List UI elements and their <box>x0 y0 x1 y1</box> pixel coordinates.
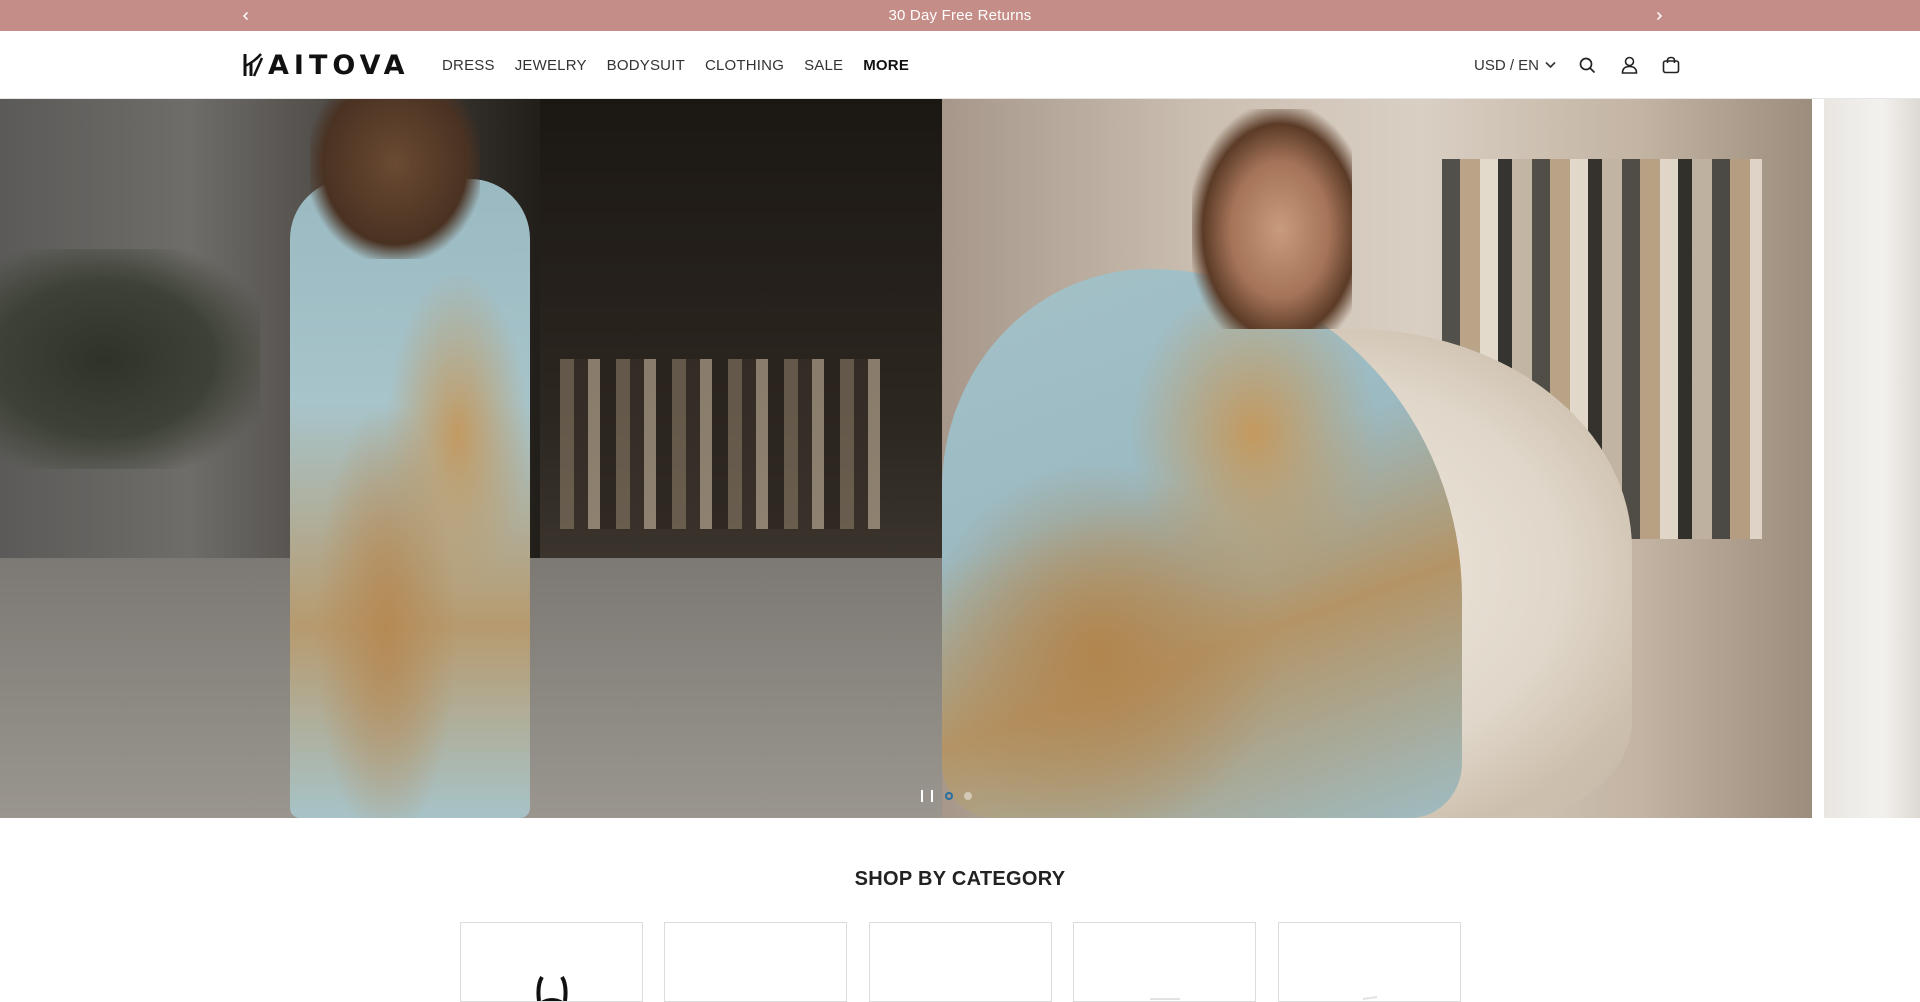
category-card[interactable] <box>1278 922 1461 1002</box>
header-actions: USD / EN <box>1474 31 1702 99</box>
main-nav: DRESS JEWELRY BODYSUIT CLOTHING SALE MOR… <box>442 31 929 99</box>
carousel-pause-button[interactable] <box>921 790 933 802</box>
account-button[interactable] <box>1618 54 1640 76</box>
nav-item-bodysuit[interactable]: BODYSUIT <box>607 57 685 74</box>
nav-item-sale[interactable]: SALE <box>804 57 843 74</box>
search-icon <box>1579 57 1595 73</box>
pause-icon <box>921 790 923 802</box>
search-button[interactable] <box>1576 54 1598 76</box>
cart-button[interactable] <box>1660 54 1682 76</box>
model-head <box>1192 109 1352 329</box>
announcement-next-button[interactable] <box>1644 0 1674 31</box>
clothing-rack <box>560 359 880 529</box>
carousel-dot-1[interactable] <box>945 792 953 800</box>
category-card[interactable] <box>869 922 1052 1002</box>
brand-logo[interactable]: AITOVA <box>242 47 410 83</box>
hero-slide-1-image[interactable] <box>0 99 942 818</box>
model-standing <box>290 99 550 818</box>
model-seated-scene <box>942 99 1812 818</box>
nav-item-clothing[interactable]: CLOTHING <box>705 57 784 74</box>
category-card[interactable] <box>664 922 847 1002</box>
carousel-dot-2[interactable] <box>964 792 972 800</box>
currency-label: USD / EN <box>1474 56 1540 74</box>
announcement-prev-button[interactable] <box>231 0 261 31</box>
site-header: AITOVA DRESS JEWELRY BODYSUIT CLOTHING S… <box>0 31 1920 99</box>
cart-icon <box>1662 56 1680 74</box>
chevron-left-icon <box>242 11 249 20</box>
category-thumbnail-bodysuit <box>535 975 568 1001</box>
nav-item-jewelry[interactable]: JEWELRY <box>515 57 587 74</box>
nav-item-more[interactable]: MORE <box>863 57 909 74</box>
account-icon <box>1621 56 1637 74</box>
chevron-down-icon <box>1545 61 1556 69</box>
hero-carousel[interactable] <box>0 99 1920 818</box>
hero-slide-3-peek[interactable] <box>1824 99 1920 818</box>
announcement-message[interactable]: 30 Day Free Returns <box>888 7 1031 24</box>
currency-language-selector[interactable]: USD / EN <box>1474 57 1556 74</box>
carousel-controls <box>921 786 983 806</box>
chevron-right-icon <box>1656 11 1663 20</box>
category-list <box>460 922 1461 1002</box>
announcement-bar: 30 Day Free Returns <box>0 0 1920 31</box>
category-thumbnail <box>1149 998 1180 1000</box>
logo-mark-icon <box>243 53 264 77</box>
logo-wordmark: AITOVA <box>268 49 410 81</box>
hero-slide-2-image[interactable] <box>942 99 1812 818</box>
section-title-shop-by-category: SHOP BY CATEGORY <box>854 868 1066 890</box>
category-card[interactable] <box>1073 922 1256 1002</box>
category-card[interactable] <box>460 922 643 1002</box>
model-hair <box>310 99 480 259</box>
nav-item-dress[interactable]: DRESS <box>442 57 495 74</box>
paisley-shirt-dress <box>290 179 530 818</box>
background-trees <box>0 249 260 469</box>
category-thumbnail <box>1362 996 1377 1000</box>
